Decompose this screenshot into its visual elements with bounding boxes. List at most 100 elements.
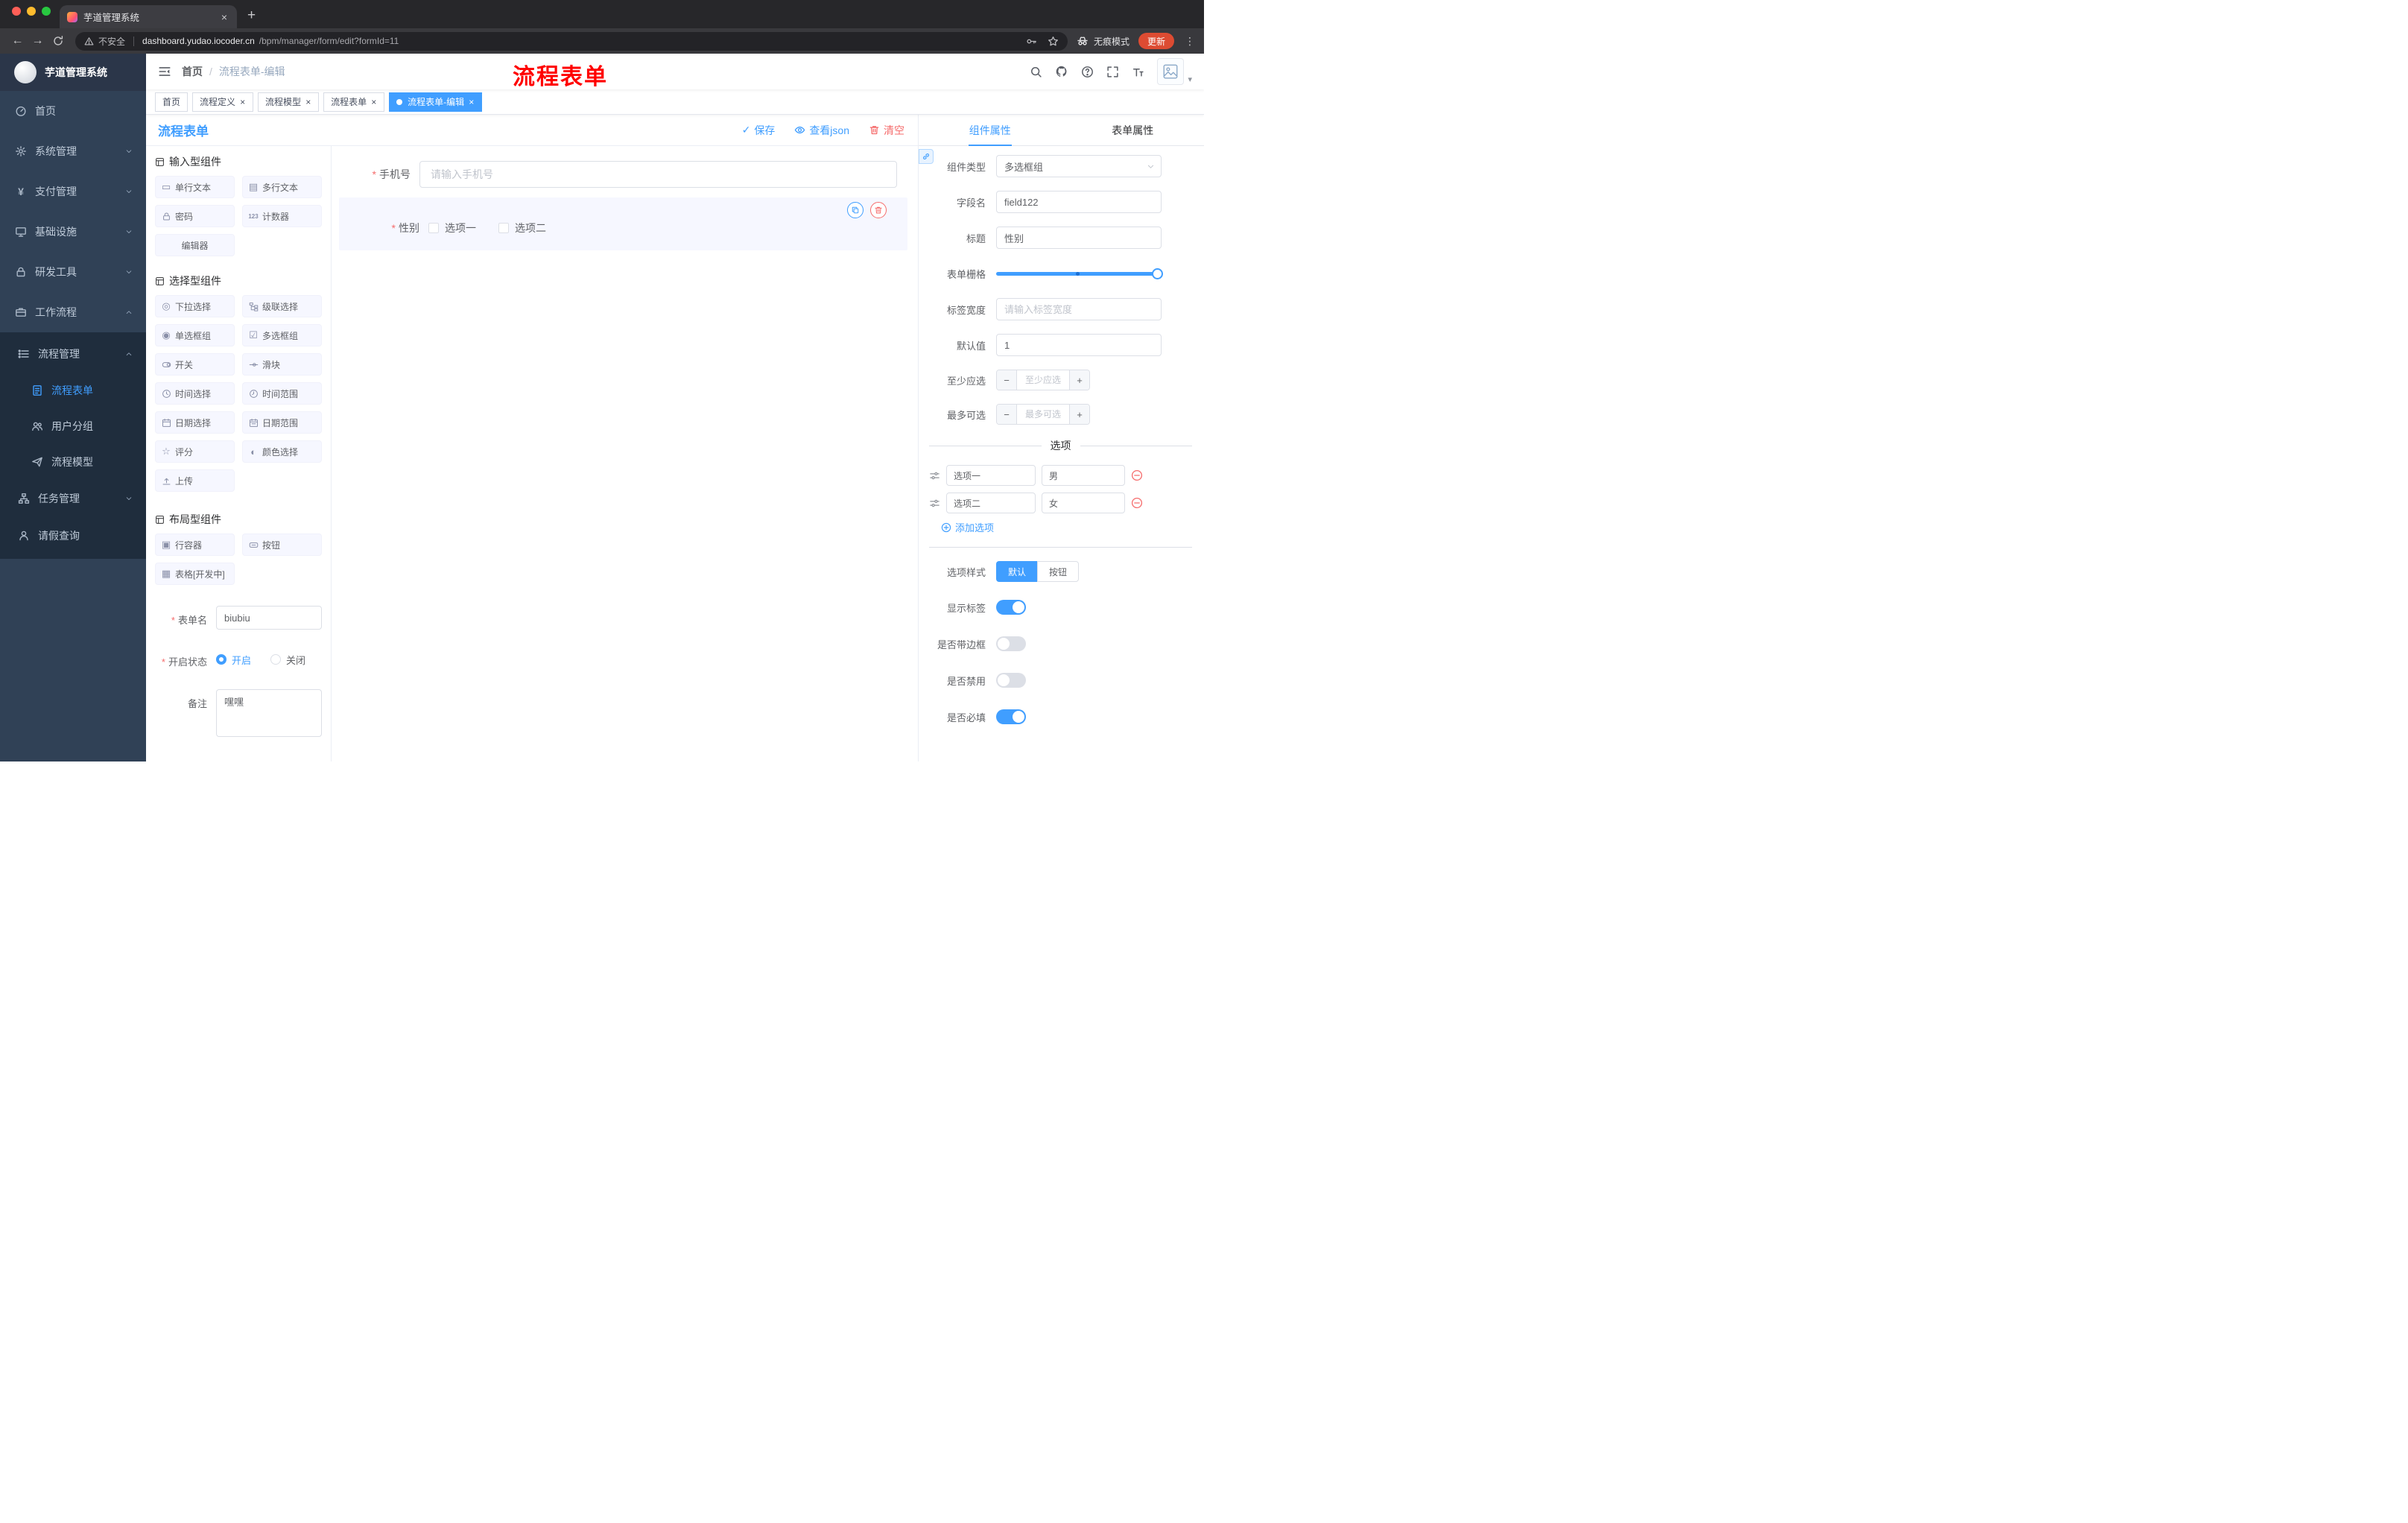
form-remark-textarea[interactable]: 嘿嘿 [216, 689, 322, 737]
palette-item-select[interactable]: ◎ 下拉选择 [155, 295, 235, 317]
option-label-input[interactable] [946, 465, 1036, 486]
tag-home[interactable]: 首页 [155, 92, 188, 112]
palette-item-single-line-text[interactable]: ▭ 单行文本 [155, 176, 235, 198]
clear-button[interactable]: 清空 [869, 123, 904, 138]
palette-item-rate[interactable]: ☆ 评分 [155, 440, 235, 463]
title-input[interactable] [996, 227, 1162, 249]
fullscreen-icon[interactable] [1106, 66, 1119, 78]
palette-item-slider[interactable]: 滑块 [242, 353, 322, 376]
tag-process-model[interactable]: 流程模型 × [258, 92, 320, 112]
drag-handle-icon[interactable] [929, 498, 940, 509]
style-default-button[interactable]: 默认 [996, 561, 1038, 582]
component-type-select[interactable]: 多选框组 [996, 155, 1162, 177]
phone-input[interactable] [419, 161, 897, 188]
back-button[interactable]: ← [7, 31, 28, 51]
sidebar-item-dev-tools[interactable]: 研发工具 [0, 252, 146, 292]
increase-button[interactable]: + [1069, 405, 1089, 424]
label-width-input[interactable] [996, 298, 1162, 320]
status-off-radio[interactable]: 关闭 [270, 653, 305, 667]
palette-item-textarea[interactable]: ▤ 多行文本 [242, 176, 322, 198]
tab-component-properties[interactable]: 组件属性 [919, 115, 1062, 146]
sidebar-item-leave-query[interactable]: 请假查询 [0, 517, 146, 554]
tag-process-form-edit[interactable]: 流程表单-编辑 × [389, 92, 483, 112]
view-json-button[interactable]: 查看json [794, 123, 849, 138]
palette-item-switch[interactable]: 开关 [155, 353, 235, 376]
window-zoom-button[interactable] [42, 7, 51, 16]
tab-close-icon[interactable]: × [219, 10, 229, 24]
forward-button[interactable]: → [28, 31, 48, 51]
option-value-input[interactable] [1042, 493, 1125, 513]
new-tab-button[interactable]: + [247, 8, 256, 22]
max-select-input[interactable] [1017, 405, 1069, 424]
palette-item-date-range[interactable]: 日期范围 [242, 411, 322, 434]
save-button[interactable]: ✓ 保存 [742, 123, 776, 138]
gender-field[interactable]: 性别 选项一 选项二 [348, 221, 899, 235]
tag-process-definition[interactable]: 流程定义 × [192, 92, 254, 112]
status-on-radio[interactable]: 开启 [216, 653, 251, 667]
border-switch[interactable] [996, 636, 1026, 651]
sidebar-item-payment-management[interactable]: ¥ 支付管理 [0, 171, 146, 212]
increase-button[interactable]: + [1069, 370, 1089, 390]
palette-item-button[interactable]: 按钮 [242, 533, 322, 556]
browser-tab[interactable]: 芋道管理系统 × [60, 5, 237, 28]
gender-option2-checkbox[interactable]: 选项二 [498, 221, 546, 235]
remove-option-button[interactable] [1131, 497, 1143, 509]
star-icon[interactable] [1048, 36, 1059, 47]
option-value-input[interactable] [1042, 465, 1125, 486]
palette-item-counter[interactable]: 123 计数器 [242, 205, 322, 227]
copy-field-button[interactable] [847, 202, 864, 218]
palette-item-date-picker[interactable]: 日期选择 [155, 411, 235, 434]
sidebar-item-task-management[interactable]: 任务管理 [0, 480, 146, 517]
tag-close-icon[interactable]: × [370, 98, 377, 107]
tag-close-icon[interactable]: × [239, 98, 246, 107]
sidebar-item-home[interactable]: 首页 [0, 91, 146, 131]
user-menu[interactable]: ▾ [1157, 58, 1192, 85]
key-icon[interactable] [1026, 36, 1037, 47]
palette-item-radio-group[interactable]: ◉ 单选框组 [155, 324, 235, 346]
window-minimize-button[interactable] [27, 7, 36, 16]
palette-item-password[interactable]: 密码 [155, 205, 235, 227]
update-button[interactable]: 更新 [1138, 33, 1174, 49]
search-icon[interactable] [1030, 66, 1042, 78]
palette-item-checkbox-group[interactable]: ☑ 多选框组 [242, 324, 322, 346]
tag-process-form[interactable]: 流程表单 × [323, 92, 385, 112]
drag-handle-icon[interactable] [929, 470, 940, 481]
palette-item-time-picker[interactable]: 时间选择 [155, 382, 235, 405]
form-canvas[interactable]: 手机号 [332, 146, 918, 762]
palette-item-rich-editor[interactable]: 编辑器 [155, 234, 235, 256]
form-grid-slider[interactable] [996, 262, 1163, 285]
required-switch[interactable] [996, 709, 1026, 724]
sidebar-item-user-groups[interactable]: 用户分组 [0, 408, 146, 444]
tag-close-icon[interactable]: × [305, 98, 311, 107]
sidebar-item-process-form[interactable]: 流程表单 [0, 373, 146, 408]
tab-form-properties[interactable]: 表单属性 [1062, 115, 1205, 145]
show-label-switch[interactable] [996, 600, 1026, 615]
breadcrumb-home[interactable]: 首页 [182, 64, 203, 79]
link-icon-button[interactable] [919, 149, 934, 164]
text-size-icon[interactable] [1132, 66, 1144, 78]
sidebar-item-workflow[interactable]: 工作流程 [0, 292, 146, 332]
decrease-button[interactable]: − [997, 405, 1017, 424]
github-icon[interactable] [1055, 65, 1068, 78]
hamburger-icon[interactable] [155, 62, 174, 81]
slider-handle[interactable] [1152, 267, 1163, 279]
delete-field-button[interactable] [870, 202, 887, 218]
decrease-button[interactable]: − [997, 370, 1017, 390]
option-label-input[interactable] [946, 493, 1036, 513]
help-icon[interactable] [1081, 66, 1094, 78]
palette-item-time-range[interactable]: 时间范围 [242, 382, 322, 405]
add-option-button[interactable]: 添加选项 [941, 520, 1192, 534]
reload-button[interactable] [48, 31, 68, 51]
field-name-input[interactable] [996, 191, 1162, 213]
style-button-button[interactable]: 按钮 [1037, 561, 1080, 582]
sidebar-item-system-management[interactable]: 系统管理 [0, 131, 146, 171]
form-name-input[interactable] [216, 606, 322, 630]
sidebar-item-infrastructure[interactable]: 基础设施 [0, 212, 146, 252]
tag-close-icon[interactable]: × [468, 98, 475, 107]
remove-option-button[interactable] [1131, 469, 1143, 481]
palette-item-upload[interactable]: 上传 [155, 469, 235, 492]
min-select-input[interactable] [1017, 370, 1069, 390]
palette-item-cascader[interactable]: 级联选择 [242, 295, 322, 317]
phone-field[interactable]: 手机号 [339, 161, 907, 188]
gender-option1-checkbox[interactable]: 选项一 [428, 221, 476, 235]
